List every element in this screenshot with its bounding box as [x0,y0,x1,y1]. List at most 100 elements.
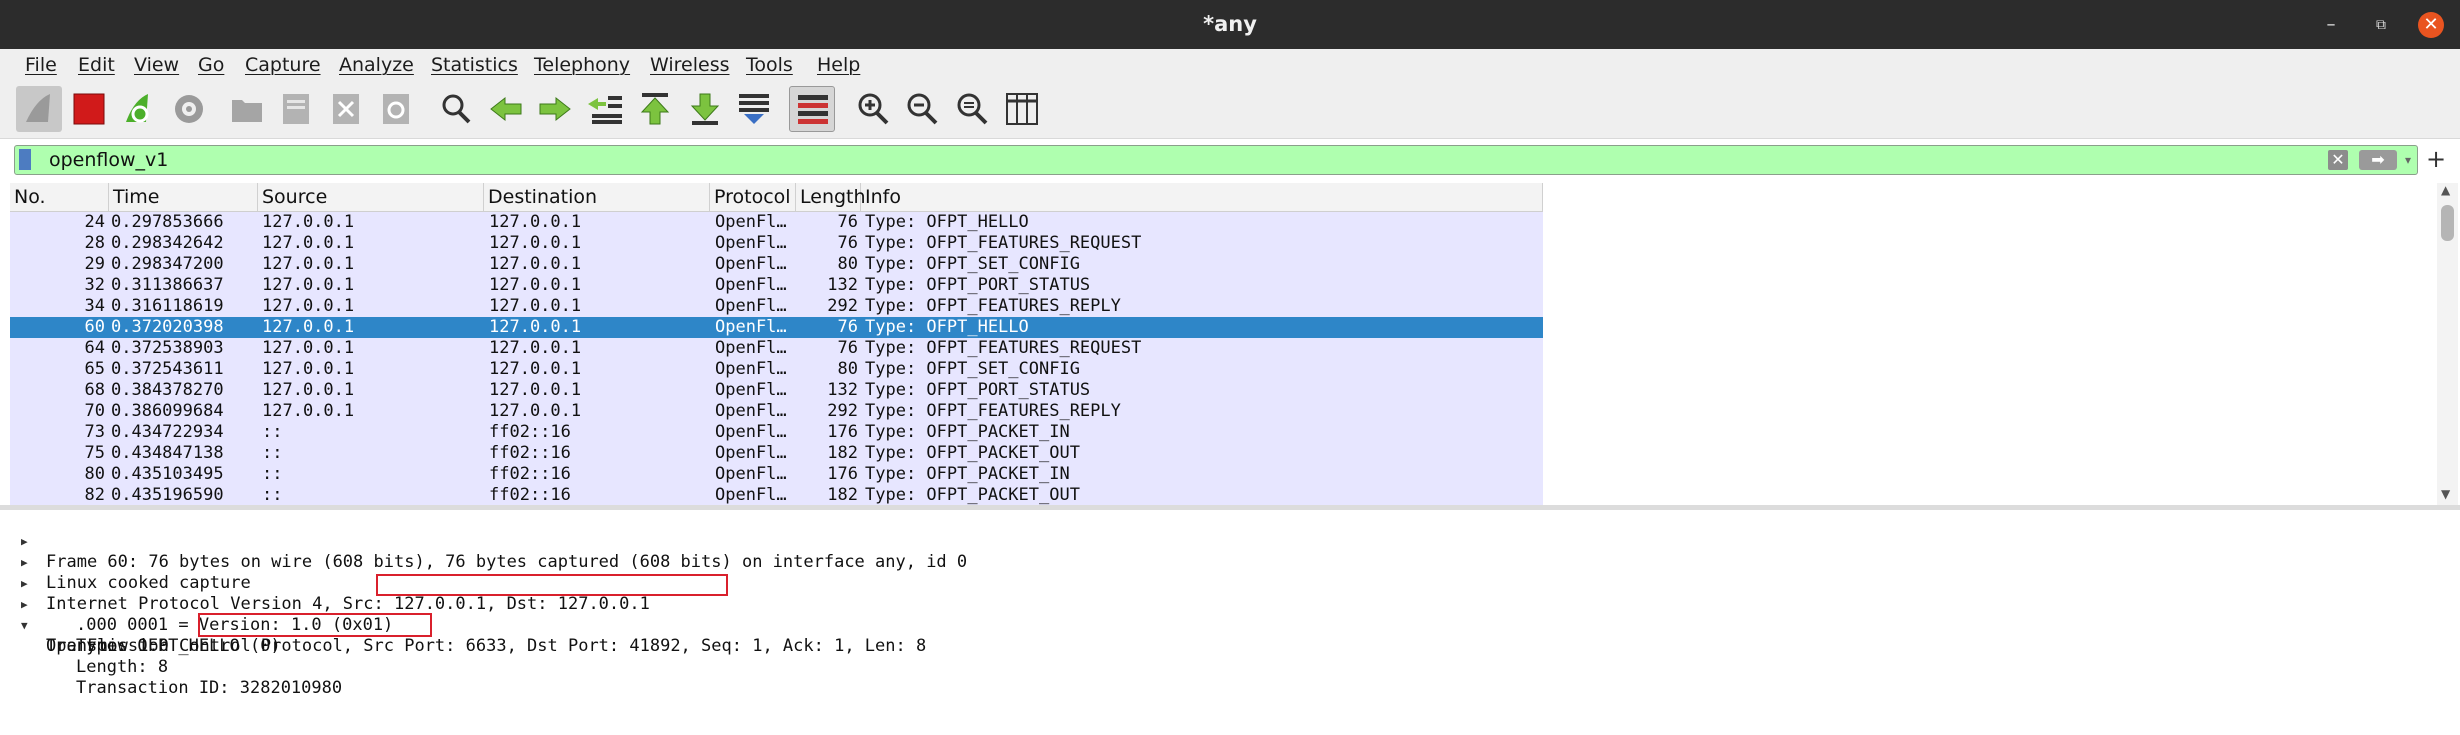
menu-analyze[interactable]: Analyze [339,49,414,82]
packet-cell-len: 80 [837,254,858,274]
go-forward-icon[interactable] [532,86,578,132]
packet-cell-no: 29 [84,254,105,274]
packet-cell-len: 76 [837,233,858,253]
bookmark-icon[interactable] [19,149,31,170]
title-bar: *any – ⧉ ✕ [0,0,2460,49]
tcp-seq-info: Seq: 1, Ack: 1, Len: 8 [690,636,927,656]
packet-list-scrollbar[interactable]: ▲ ▼ [2437,183,2458,505]
go-first-icon[interactable] [632,86,678,132]
tree-item-length[interactable]: Length: 8 [76,657,168,678]
packet-cell-src: 127.0.0.1 [262,317,355,337]
column-header-info[interactable]: Info [861,183,1543,211]
packet-cell-src: 127.0.0.1 [262,380,355,400]
close-file-icon[interactable] [323,86,369,132]
tree-item-type[interactable]: Type: OFPT_HELLO (0) [76,636,281,657]
packet-cell-time: 0.311386637 [111,275,224,295]
tree-item-openflow[interactable]: ▼ OpenFlow 1.0 [0,594,169,656]
packet-cell-no: 32 [84,275,105,295]
packet-cell-info: Type: OFPT_SET_CONFIG [865,254,1080,274]
packet-cell-proto: OpenFl… [715,338,787,358]
packet-cell-len: 182 [827,443,858,463]
clear-filter-icon[interactable]: ✕ [2328,150,2348,170]
menu-file[interactable]: File [25,49,57,82]
packet-row[interactable]: 64 0.372538903 127.0.0.1 127.0.0.1 OpenFl… 76… [10,338,1543,359]
column-header-length[interactable]: Length [796,183,866,211]
menu-view[interactable]: View [134,49,179,82]
packet-cell-proto: OpenFl… [715,422,787,442]
packet-row[interactable]: 65 0.372543611 127.0.0.1 127.0.0.1 OpenFl… 80… [10,359,1543,380]
apply-filter-icon[interactable]: ➡ [2359,150,2397,170]
packet-cell-len: 292 [827,401,858,421]
packet-cell-len: 76 [837,212,858,232]
tree-item-linux-cooked[interactable]: ▶ Linux cooked capture [0,531,251,593]
scroll-down-icon[interactable]: ▼ [2441,487,2450,501]
column-header-source[interactable]: Source [258,183,484,211]
restore-icon[interactable]: ⧉ [2368,12,2394,38]
packet-row[interactable]: 82 0.435196590:: ff02::16 OpenFl… 182 Type: O… [10,485,1543,506]
add-filter-button[interactable]: + [2424,145,2448,173]
packet-cell-proto: OpenFl… [715,317,787,337]
column-header-time[interactable]: Time [109,183,258,211]
column-header-no[interactable]: No. [10,183,109,211]
open-file-icon[interactable] [224,86,270,132]
menu-edit[interactable]: Edit [78,49,115,82]
packet-cell-src: 127.0.0.1 [262,254,355,274]
tcp-ports-highlighted: Src Port: 6633, Dst Port: 41892, [363,636,691,656]
autoscroll-icon[interactable] [731,86,777,132]
colorize-icon[interactable] [789,86,835,132]
menu-help[interactable]: Help [817,49,860,82]
filter-history-dropdown-icon[interactable]: ▾ [2405,150,2415,170]
packet-row[interactable]: 24 0.297853666 127.0.0.1 127.0.0.1 OpenFl… 76… [10,212,1543,233]
tree-item-transaction-id[interactable]: Transaction ID: 3282010980 [76,678,342,699]
packet-row[interactable]: 34 0.316118619 127.0.0.1 127.0.0.1 OpenFl… 29… [10,296,1543,317]
packet-row[interactable]: 29 0.298347200 127.0.0.1 127.0.0.1 OpenFl… 80… [10,254,1543,275]
menu-tools[interactable]: Tools [746,49,793,82]
zoom-in-icon[interactable] [850,86,896,132]
column-header-destination[interactable]: Destination [484,183,710,211]
packet-row[interactable]: 28 0.298342642 127.0.0.1 127.0.0.1 OpenFl… 76… [10,233,1543,254]
find-packet-icon[interactable] [433,86,479,132]
minimize-icon[interactable]: – [2318,12,2344,38]
resize-columns-icon[interactable] [999,86,1045,132]
menu-wireless[interactable]: Wireless [650,49,730,82]
save-file-icon[interactable] [273,86,319,132]
shark-fin-start-icon[interactable] [16,86,62,132]
zoom-out-icon[interactable] [899,86,945,132]
stop-capture-icon[interactable] [66,86,112,132]
packet-row[interactable]: 32 0.311386637 127.0.0.1 127.0.0.1 OpenFl… 13… [10,275,1543,296]
restart-capture-icon[interactable] [116,86,162,132]
packet-row[interactable]: 70 0.386099684 127.0.0.1 127.0.0.1 OpenFl… 29… [10,401,1543,422]
packet-row[interactable]: 80 0.435103495:: ff02::16 OpenFl… 176 Type: O… [10,464,1543,485]
menu-telephony[interactable]: Telephony [534,49,630,82]
tree-item-tcp[interactable]: ▶ Transmission Control Protocol, Src Por… [0,573,926,656]
packet-cell-src: 127.0.0.1 [262,338,355,358]
column-header-protocol[interactable]: Protocol [710,183,796,211]
go-last-icon[interactable] [682,86,728,132]
packet-row[interactable]: 68 0.384378270 127.0.0.1 127.0.0.1 OpenFl… 13… [10,380,1543,401]
tree-item-ipv4[interactable]: ▶ Internet Protocol Version 4, Src: 127.… [0,552,650,614]
display-filter-bar[interactable]: openflow_v1 ✕ ➡ ▾ [14,145,2418,175]
go-back-icon[interactable] [483,86,529,132]
menu-go[interactable]: Go [198,49,224,82]
collapse-arrow-icon[interactable]: ▼ [21,615,28,636]
packet-cell-dst: 127.0.0.1 [489,401,582,421]
packet-cell-proto: OpenFl… [715,380,787,400]
packet-row[interactable]: 73 0.434722934:: ff02::16 OpenFl… 176 Type: O… [10,422,1543,443]
menu-statistics[interactable]: Statistics [431,49,518,82]
packet-cell-len: 292 [827,296,858,316]
menu-capture[interactable]: Capture [245,49,321,82]
go-to-packet-icon[interactable] [582,86,628,132]
capture-options-icon[interactable] [166,86,212,132]
packet-row[interactable]: 75 0.434847138:: ff02::16 OpenFl… 182 Type: O… [10,443,1543,464]
version-bits: .000 0001 = [76,615,199,635]
packet-cell-proto: OpenFl… [715,443,787,463]
display-filter-input[interactable]: openflow_v1 [49,146,168,174]
reload-file-icon[interactable] [373,86,419,132]
tree-item-frame[interactable]: ▶ Frame 60: 76 bytes on wire (608 bits),… [0,510,967,572]
scrollbar-thumb[interactable] [2441,205,2454,241]
scroll-up-icon[interactable]: ▲ [2441,183,2450,197]
zoom-normal-icon[interactable] [949,86,995,132]
packet-cell-len: 132 [827,275,858,295]
close-icon[interactable]: ✕ [2418,12,2444,38]
packet-row[interactable]: 60 0.372020398 127.0.0.1 127.0.0.1 OpenFl… 76… [10,317,1543,338]
